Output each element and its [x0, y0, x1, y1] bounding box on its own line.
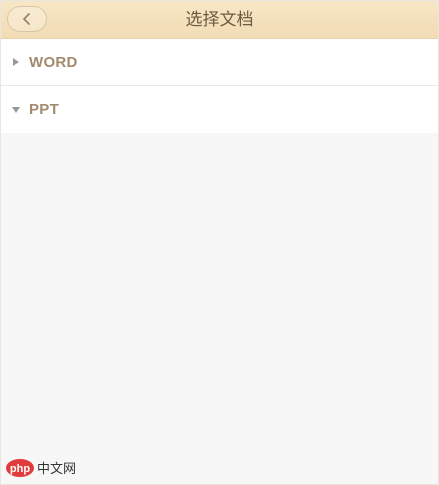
app-frame: 选择文档 WORD PPT php 中文网 — [0, 0, 439, 485]
group-ppt[interactable]: PPT — [1, 86, 438, 133]
page-title: 选择文档 — [185, 10, 254, 30]
svg-text:php: php — [10, 463, 30, 475]
caret-right-icon — [11, 57, 21, 67]
header-bar: 选择文档 — [1, 1, 438, 39]
svg-text:中文网: 中文网 — [37, 462, 76, 477]
php-watermark-logo: php 中文网 — [6, 459, 76, 477]
caret-down-icon — [11, 105, 21, 115]
watermark: php 中文网 — [5, 456, 91, 480]
group-word-label: WORD — [29, 53, 78, 71]
group-word[interactable]: WORD — [1, 39, 438, 86]
document-list: WORD PPT — [1, 39, 438, 133]
group-ppt-label: PPT — [29, 101, 60, 118]
